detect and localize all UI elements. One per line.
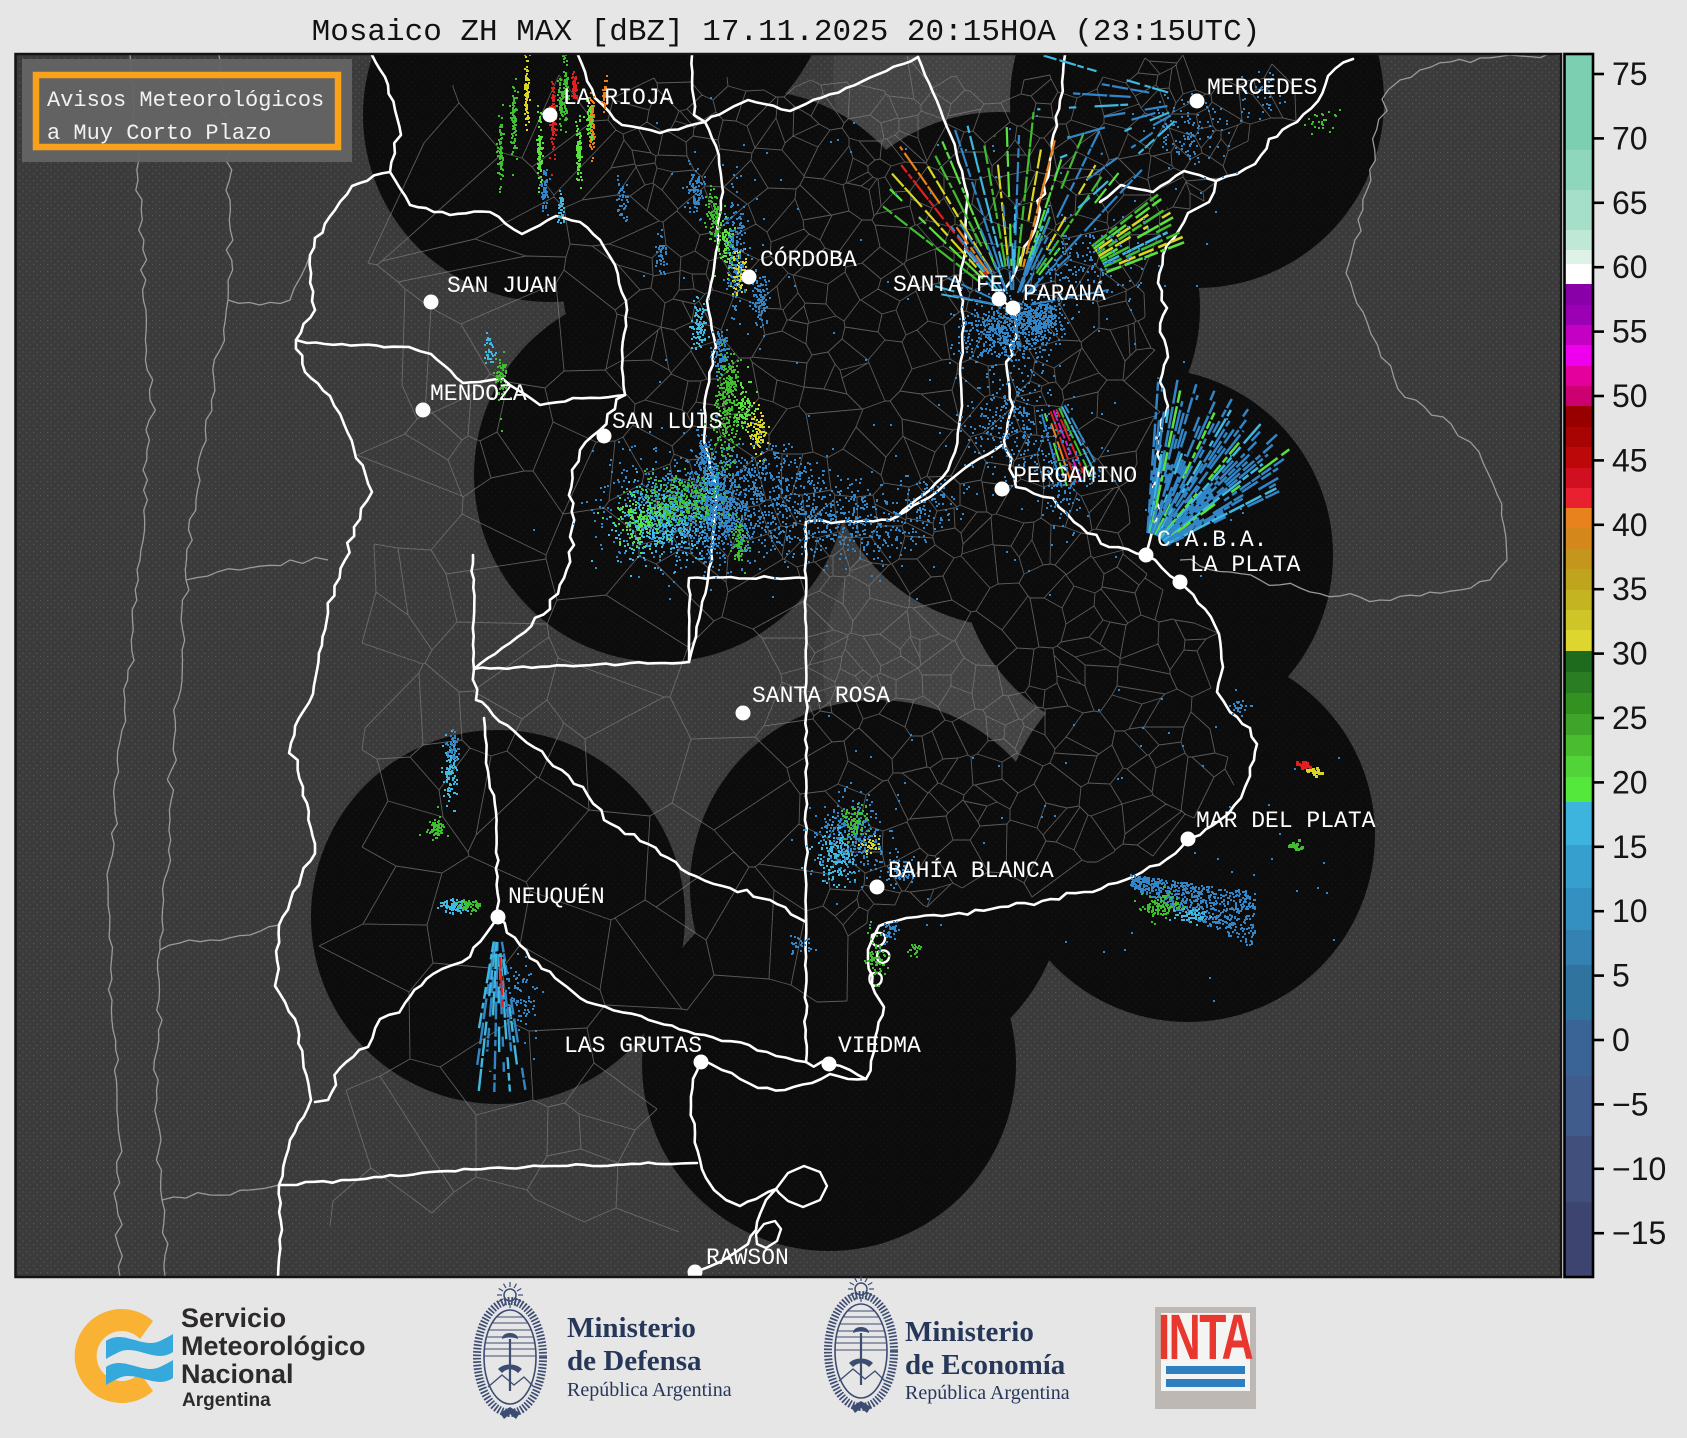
- svg-text:de Economía: de Economía: [905, 1349, 1066, 1381]
- svg-text:MAR DEL PLATA: MAR DEL PLATA: [1196, 808, 1376, 834]
- svg-text:MERCEDES: MERCEDES: [1207, 75, 1317, 101]
- svg-text:−10: −10: [1612, 1151, 1666, 1187]
- svg-text:Ministerio: Ministerio: [567, 1312, 696, 1344]
- svg-text:CÓRDOBA: CÓRDOBA: [760, 245, 857, 273]
- svg-text:40: 40: [1612, 507, 1648, 543]
- svg-text:20: 20: [1612, 764, 1648, 800]
- svg-text:C.A.B.A.: C.A.B.A.: [1157, 527, 1267, 553]
- svg-text:0: 0: [1612, 1022, 1630, 1058]
- svg-text:55: 55: [1612, 314, 1648, 350]
- svg-text:PARANÁ: PARANÁ: [1023, 280, 1106, 307]
- svg-text:RAWSON: RAWSON: [706, 1245, 789, 1271]
- svg-text:Ministerio: Ministerio: [905, 1316, 1034, 1348]
- svg-text:70: 70: [1612, 120, 1648, 156]
- svg-text:75: 75: [1612, 56, 1648, 92]
- svg-text:10: 10: [1612, 893, 1648, 929]
- svg-text:Avisos Meteorológicos: Avisos Meteorológicos: [47, 88, 324, 113]
- svg-text:a Muy Corto Plazo: a Muy Corto Plazo: [47, 121, 271, 146]
- svg-text:15: 15: [1612, 829, 1648, 865]
- svg-text:SAN JUAN: SAN JUAN: [447, 273, 557, 299]
- svg-text:INTA: INTA: [1158, 1301, 1253, 1373]
- svg-text:NEUQUÉN: NEUQUÉN: [508, 883, 605, 910]
- svg-text:35: 35: [1612, 571, 1648, 607]
- svg-text:LA RIOJA: LA RIOJA: [563, 85, 674, 111]
- svg-text:BAHÍA BLANCA: BAHÍA BLANCA: [888, 857, 1054, 884]
- svg-text:de Defensa: de Defensa: [567, 1345, 702, 1377]
- svg-text:30: 30: [1612, 636, 1648, 672]
- svg-text:Meteorológico: Meteorológico: [181, 1331, 366, 1361]
- svg-text:5: 5: [1612, 958, 1630, 994]
- svg-text:25: 25: [1612, 700, 1648, 736]
- svg-text:Argentina: Argentina: [182, 1390, 271, 1411]
- svg-text:SANTA FE: SANTA FE: [893, 272, 1003, 298]
- svg-text:Nacional: Nacional: [181, 1359, 294, 1389]
- svg-text:PERGAMINO: PERGAMINO: [1013, 463, 1137, 489]
- svg-text:SAN LUIS: SAN LUIS: [612, 409, 722, 435]
- svg-text:LA PLATA: LA PLATA: [1190, 552, 1301, 578]
- svg-text:República Argentina: República Argentina: [905, 1382, 1070, 1404]
- svg-text:60: 60: [1612, 249, 1648, 285]
- svg-text:65: 65: [1612, 185, 1648, 221]
- svg-text:−15: −15: [1612, 1215, 1666, 1251]
- svg-text:VIEDMA: VIEDMA: [838, 1033, 921, 1059]
- svg-text:SANTA ROSA: SANTA ROSA: [752, 683, 890, 709]
- svg-text:45: 45: [1612, 442, 1648, 478]
- svg-text:50: 50: [1612, 378, 1648, 414]
- svg-text:República Argentina: República Argentina: [567, 1379, 732, 1401]
- svg-text:MENDOZA: MENDOZA: [430, 381, 527, 407]
- svg-text:Mosaico ZH MAX [dBZ] 17.11.202: Mosaico ZH MAX [dBZ] 17.11.2025 20:15HOA…: [312, 15, 1261, 50]
- svg-text:LAS GRUTAS: LAS GRUTAS: [564, 1033, 702, 1059]
- svg-text:Servicio: Servicio: [181, 1303, 286, 1333]
- svg-text:−5: −5: [1612, 1086, 1648, 1122]
